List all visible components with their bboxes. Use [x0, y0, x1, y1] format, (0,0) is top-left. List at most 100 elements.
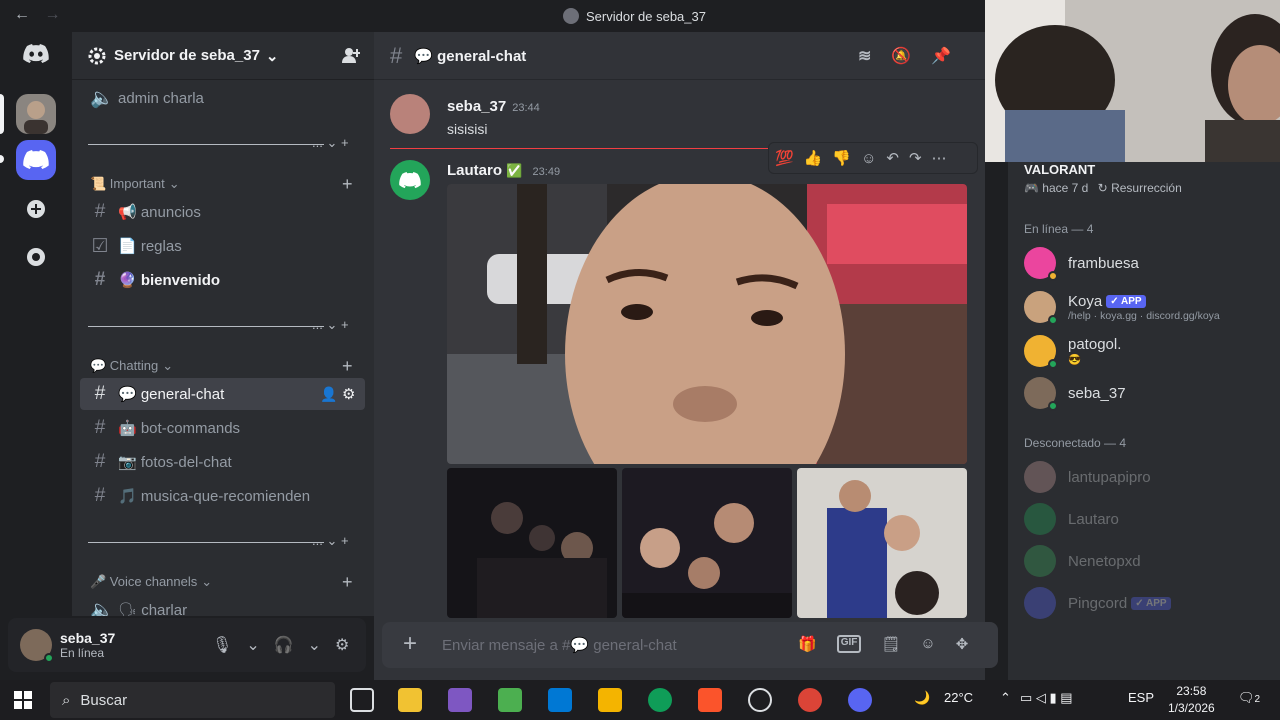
add-reaction-icon[interactable]: ☺ — [861, 150, 876, 167]
channel-bienvenido[interactable]: # 🔮 bienvenido — [80, 264, 365, 296]
edge-icon[interactable] — [648, 688, 672, 712]
emoji-icon[interactable]: ☺ — [920, 635, 935, 653]
brave-icon[interactable] — [698, 688, 722, 712]
image-attachment-group-2[interactable] — [622, 468, 792, 618]
weather-icon[interactable]: 🌙 — [914, 690, 930, 706]
member-frambuesa[interactable]: frambuesa — [1024, 242, 1274, 284]
temperature[interactable]: 22°C — [944, 690, 973, 705]
settings-gear-icon[interactable]: ⚙ — [342, 385, 355, 403]
task-view-icon[interactable] — [350, 688, 374, 712]
taskbar-search[interactable]: ⌕ Buscar — [50, 682, 335, 718]
member-patogol[interactable]: patogol. 😎 — [1024, 330, 1274, 372]
more-options-icon[interactable]: ⋯ — [932, 149, 947, 167]
message-timestamp: 23:49 — [532, 166, 561, 178]
thumbs-down-icon[interactable]: 👎 — [832, 149, 851, 167]
hash-icon: # — [94, 417, 106, 438]
divider-controls[interactable]: ... ⌄ + — [312, 317, 349, 333]
chrome-icon[interactable] — [798, 688, 822, 712]
mute-bell-icon[interactable]: 🔕 — [891, 46, 911, 66]
voice-channel-admin-charla[interactable]: 🔈 admin charla — [80, 82, 365, 114]
tray-chevron-icon[interactable]: ⌃ — [1000, 690, 1011, 706]
voice-channel-charlar[interactable]: 🔈 🗣 charlar — [80, 594, 365, 616]
member-name-row: Koya ✓ APP — [1068, 293, 1220, 310]
divider-controls[interactable]: ... ⌄ + — [312, 135, 349, 151]
member-lantupapipro[interactable]: lantupapipro — [1024, 456, 1274, 498]
image-attachment-selfie[interactable] — [447, 184, 967, 464]
member-lautaro[interactable]: Lautaro — [1024, 498, 1274, 540]
threads-icon[interactable]: ≋ — [858, 46, 871, 66]
avatar[interactable] — [20, 629, 54, 663]
message-author[interactable]: seba_37 23:44 — [447, 98, 540, 115]
channel-general-chat[interactable]: # 💬 general-chat 👤 ⚙ — [80, 378, 365, 410]
member-pingcord[interactable]: Pingcord ✓ APP — [1024, 582, 1274, 624]
chevron-down-icon[interactable]: ⌄ — [246, 635, 259, 655]
channel-bot-commands[interactable]: # 🤖 bot-commands — [80, 412, 365, 444]
chevron-down-icon: ⌄ — [201, 574, 213, 589]
channel-fotos-del-chat[interactable]: # 📷 fotos-del-chat — [80, 446, 365, 478]
online-header: En línea — 4 — [1024, 222, 1094, 236]
offline-header: Desconectado — 4 — [1024, 436, 1127, 450]
copilot-icon[interactable] — [448, 688, 472, 712]
activity-game: VALORANT — [1024, 162, 1096, 177]
category-important[interactable]: 📜 Important ⌄ + — [90, 174, 353, 194]
obs-icon[interactable] — [748, 688, 772, 712]
category-voice[interactable]: 🎤 Voice channels ⌄ + — [90, 572, 353, 592]
reply-icon[interactable]: ↶ — [886, 149, 899, 167]
sticker-icon[interactable]: 🗒 — [881, 635, 900, 653]
forward-icon[interactable]: ↷ — [909, 149, 922, 167]
guild-header[interactable]: Servidor de seba_37 ⌄ — [72, 32, 374, 80]
gif-icon[interactable]: GIF — [836, 635, 862, 653]
add-channel-icon[interactable]: + — [342, 572, 353, 593]
headphones-icon[interactable]: 🎧 — [274, 635, 294, 655]
store-icon[interactable] — [398, 688, 422, 712]
title-bar: ← → Servidor de seba_37 — [0, 0, 985, 32]
add-server-icon[interactable] — [16, 189, 56, 229]
server-avatar-seba[interactable] — [16, 94, 56, 134]
apps-icon[interactable]: ✥ — [956, 635, 969, 653]
add-channel-icon[interactable]: + — [342, 356, 353, 377]
settings-gear-icon[interactable]: ⚙ — [335, 635, 349, 655]
discover-compass-icon[interactable] — [16, 237, 56, 277]
discord-taskbar-icon[interactable] — [848, 688, 872, 712]
channel-musica[interactable]: # 🎵 musica-que-recomienden — [80, 480, 365, 512]
member-seba[interactable]: seba_37 — [1024, 372, 1274, 414]
upload-plus-icon[interactable]: + — [398, 632, 422, 657]
outlook-icon[interactable] — [548, 688, 572, 712]
hundred-emoji-icon[interactable]: 💯 — [775, 149, 794, 167]
activity-card[interactable]: VALORANT 🎮 hace 7 d ↻ Resurrección — [1024, 162, 1182, 195]
channel-reglas[interactable]: ☑ 📄 reglas — [80, 230, 365, 262]
guild-gear-icon — [88, 47, 106, 65]
forward-arrow-icon[interactable]: → — [44, 6, 60, 23]
user-names[interactable]: seba_37 En línea — [60, 630, 115, 660]
avatar[interactable] — [390, 94, 430, 134]
gift-icon[interactable]: 🎁 — [798, 635, 817, 653]
notification-icon[interactable]: 🗨2 — [1238, 690, 1260, 706]
chevron-down-icon[interactable]: ⌄ — [308, 635, 321, 655]
channel-anuncios[interactable]: # 📢 anuncios — [80, 196, 365, 228]
avatar[interactable] — [390, 160, 430, 200]
pin-icon[interactable]: 📌 — [931, 46, 951, 66]
m365-icon[interactable] — [498, 688, 522, 712]
back-arrow-icon[interactable]: ← — [14, 6, 30, 23]
message-author[interactable]: Lautaro ✅ 23:49 — [447, 162, 560, 179]
clock[interactable]: 23:58 1/3/2026 — [1168, 683, 1215, 717]
image-attachment-group-3[interactable] — [797, 468, 967, 618]
server-discord-blue[interactable] — [16, 140, 56, 180]
file-explorer-icon[interactable] — [598, 688, 622, 712]
category-chatting[interactable]: 💬 Chatting ⌄ + — [90, 356, 353, 376]
thumbs-up-icon[interactable]: 👍 — [804, 149, 823, 167]
windows-start-icon[interactable] — [14, 691, 32, 709]
add-user-icon[interactable] — [342, 46, 361, 68]
divider-controls[interactable]: ... ⌄ + — [312, 533, 349, 549]
member-koya[interactable]: Koya ✓ APP /help · koya.gg · discord.gg/k… — [1024, 286, 1274, 328]
tray-icons[interactable]: ▭ ◁ ▮ ▤ — [1020, 690, 1073, 706]
add-channel-icon[interactable]: + — [342, 174, 353, 195]
member-nenetopxd[interactable]: Nenetopxd — [1024, 540, 1274, 582]
message-input[interactable]: Enviar mensaje a #💬 general-chat — [442, 636, 677, 654]
microphone-icon[interactable]: 🎙 — [212, 635, 232, 655]
language-indicator[interactable]: ESP — [1128, 690, 1154, 705]
channel-label: 📷 fotos-del-chat — [118, 454, 232, 471]
invite-icon[interactable]: 👤 — [320, 386, 337, 403]
image-attachment-group-1[interactable] — [447, 468, 617, 618]
discord-home-icon[interactable] — [16, 34, 56, 74]
